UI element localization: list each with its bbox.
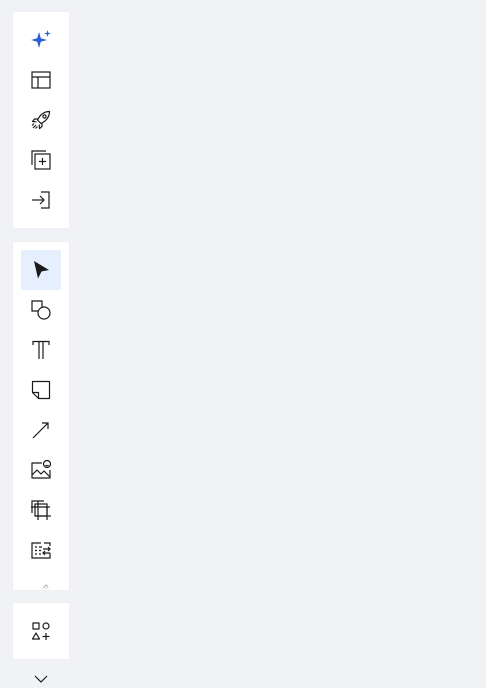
frame-icon xyxy=(31,500,51,520)
image-icon xyxy=(31,459,52,479)
top-toolbar-panel xyxy=(13,12,69,228)
sticky-note-tool[interactable] xyxy=(21,370,61,410)
more-apps-icon xyxy=(31,622,50,640)
ai-assistant-button[interactable] xyxy=(21,20,61,60)
tools-toolbar-panel xyxy=(13,242,69,590)
launch-button[interactable] xyxy=(21,100,61,140)
arrow-line-icon xyxy=(32,422,49,439)
collapse-toolbar-button[interactable] xyxy=(29,670,53,688)
add-frame-icon xyxy=(31,150,51,170)
shapes-tool[interactable] xyxy=(21,290,61,330)
image-tool[interactable] xyxy=(21,450,61,490)
select-tool[interactable] xyxy=(21,250,61,290)
sticky-note-icon xyxy=(31,380,51,400)
cursor-icon xyxy=(34,261,49,279)
more-toolbar-panel xyxy=(13,603,69,659)
pen-tool[interactable] xyxy=(21,570,61,590)
pen-icon xyxy=(40,584,49,590)
sparkle-icon xyxy=(31,30,51,48)
frame-tool[interactable] xyxy=(21,490,61,530)
rocket-icon xyxy=(31,110,51,130)
template-layout-icon xyxy=(31,71,51,89)
shapes-icon xyxy=(31,300,51,320)
text-icon xyxy=(32,340,50,359)
text-tool[interactable] xyxy=(21,330,61,370)
list-swap-icon xyxy=(31,542,51,559)
import-button[interactable] xyxy=(21,180,61,220)
add-frame-button[interactable] xyxy=(21,140,61,180)
connector-tool[interactable] xyxy=(21,410,61,450)
templates-button[interactable] xyxy=(21,60,61,100)
import-icon xyxy=(32,191,50,209)
more-apps-button[interactable] xyxy=(21,611,61,651)
chevron-down-icon xyxy=(34,675,48,683)
convert-list-tool[interactable] xyxy=(21,530,61,570)
